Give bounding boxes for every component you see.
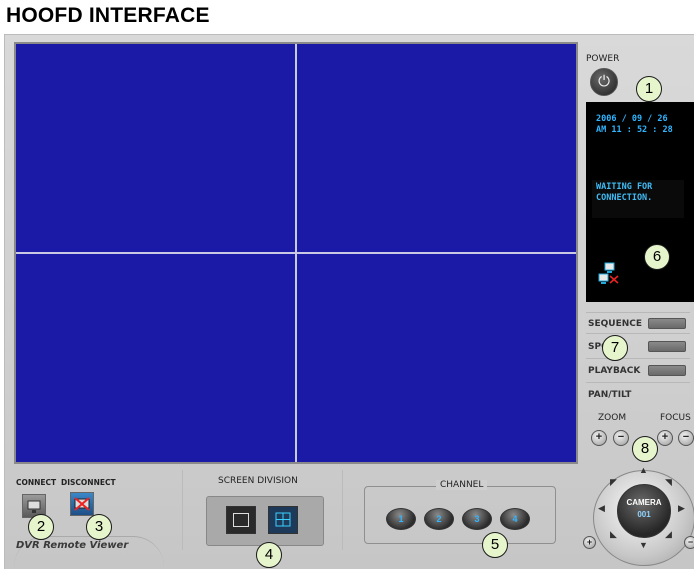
focus-in-button[interactable]: + [657, 430, 673, 446]
divider [182, 470, 183, 550]
camera-number: 001 [637, 510, 651, 519]
network-status-icon [598, 262, 619, 284]
dpad-plus-button[interactable]: + [583, 536, 596, 549]
spot-button[interactable] [648, 341, 686, 352]
camera-label: CAMERA [626, 498, 662, 507]
pan-up-left-arrow[interactable]: ◤ [610, 478, 617, 487]
divider [586, 358, 690, 359]
channel-3-button[interactable]: 3 [462, 508, 492, 530]
divider [342, 470, 343, 550]
disconnect-label: DISCONNECT [61, 478, 116, 487]
divider [586, 333, 690, 334]
power-label: POWER [586, 54, 620, 64]
channel-1-button[interactable]: 1 [386, 508, 416, 530]
playback-button[interactable] [648, 365, 686, 376]
callout-2: 2 [28, 514, 54, 540]
app-name: DVR Remote Viewer [16, 540, 129, 551]
pan-right-arrow[interactable]: ▶ [678, 504, 685, 513]
status-message-line2: CONNECTION. [596, 193, 653, 203]
divider [586, 382, 690, 383]
grid-divider-horizontal [16, 252, 576, 254]
zoom-label: ZOOM [598, 413, 627, 423]
quad-view-button[interactable] [268, 506, 298, 534]
channel-title: CHANNEL [436, 480, 488, 490]
sequence-button[interactable] [648, 318, 686, 329]
single-view-icon [233, 513, 249, 527]
sequence-label: SEQUENCE [588, 319, 643, 329]
focus-label: FOCUS [660, 413, 691, 423]
single-view-button[interactable] [226, 506, 256, 534]
power-icon: ⏻ [598, 73, 610, 90]
callout-6: 6 [644, 244, 670, 270]
pan-tilt-label: PAN/TILT [588, 390, 632, 400]
quad-view-icon [275, 512, 291, 527]
disconnect-icon [74, 497, 90, 511]
divider [586, 312, 690, 313]
power-button[interactable]: ⏻ [590, 68, 618, 96]
pan-left-arrow[interactable]: ◀ [598, 504, 605, 513]
callout-7: 7 [602, 335, 628, 361]
zoom-in-button[interactable]: + [591, 430, 607, 446]
camera-select-button[interactable]: CAMERA 001 [617, 484, 671, 538]
tilt-up-arrow[interactable]: ▲ [639, 466, 648, 475]
channel-4-button[interactable]: 4 [500, 508, 530, 530]
screen-division-title: SCREEN DIVISION [218, 476, 298, 486]
status-message-line1: WAITING FOR [596, 182, 653, 192]
callout-4: 4 [256, 542, 282, 568]
focus-out-button[interactable]: − [678, 430, 694, 446]
channel-2-button[interactable]: 2 [424, 508, 454, 530]
pan-down-left-arrow[interactable]: ◣ [610, 530, 617, 539]
disconnect-button[interactable] [70, 492, 94, 516]
status-time: AM 11 : 52 : 28 [596, 125, 673, 135]
screen-division-panel [206, 496, 324, 546]
pan-up-right-arrow[interactable]: ◥ [665, 478, 672, 487]
document-title: HOOFD INTERFACE [6, 4, 210, 27]
status-message: WAITING FOR CONNECTION. [596, 182, 652, 204]
callout-5: 5 [482, 532, 508, 558]
zoom-out-button[interactable]: − [613, 430, 629, 446]
status-date: 2006 / 09 / 26 [596, 114, 668, 124]
callout-8: 8 [632, 436, 658, 462]
playback-label: PLAYBACK [588, 366, 641, 376]
dpad-minus-button[interactable]: − [684, 536, 694, 549]
pan-down-right-arrow[interactable]: ◢ [665, 530, 672, 539]
callout-3: 3 [86, 514, 112, 540]
tilt-down-arrow[interactable]: ▼ [639, 541, 648, 550]
connect-label: CONNECT [16, 478, 57, 487]
callout-1: 1 [636, 76, 662, 102]
